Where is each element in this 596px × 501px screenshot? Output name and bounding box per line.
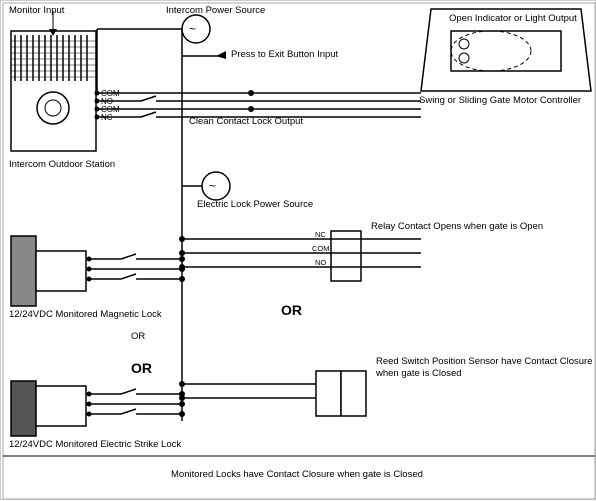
relay-contact-label: Relay Contact Opens when gate is Open — [371, 221, 543, 233]
monitored-locks-label: Monitored Locks have Contact Closure whe… — [171, 469, 423, 481]
reed-switch-label: Reed Switch Position Sensor have Contact… — [376, 356, 595, 381]
wiring-diagram: COM NO COM NC ~ ~ — [0, 0, 596, 500]
clean-contact-label: Clean Contact Lock Output — [189, 116, 303, 128]
open-indicator-label: Open Indicator or Light Output — [449, 13, 577, 25]
svg-text:NC: NC — [315, 230, 326, 239]
or-middle-label: OR — [281, 301, 302, 319]
or-bottom-label: OR — [131, 359, 152, 377]
monitor-input-label: Monitor Input — [9, 5, 64, 17]
press-to-exit-label: Press to Exit Button Input — [231, 49, 338, 61]
svg-text:~: ~ — [209, 179, 216, 193]
svg-text:~: ~ — [189, 22, 196, 36]
svg-text:COM: COM — [312, 244, 330, 253]
swing-gate-label: Swing or Sliding Gate Motor Controller — [419, 95, 581, 107]
electric-strike-label: 12/24VDC Monitored Electric Strike Lock — [9, 439, 181, 451]
intercom-power-label: Intercom Power Source — [166, 5, 265, 17]
intercom-outdoor-label: Intercom Outdoor Station — [9, 159, 115, 171]
svg-text:NO: NO — [315, 258, 326, 267]
electric-lock-power-label: Electric Lock Power Source — [197, 199, 313, 211]
magnetic-lock-label: 12/24VDC Monitored Magnetic Lock — [9, 309, 162, 321]
or-top-label: OR — [131, 331, 145, 343]
